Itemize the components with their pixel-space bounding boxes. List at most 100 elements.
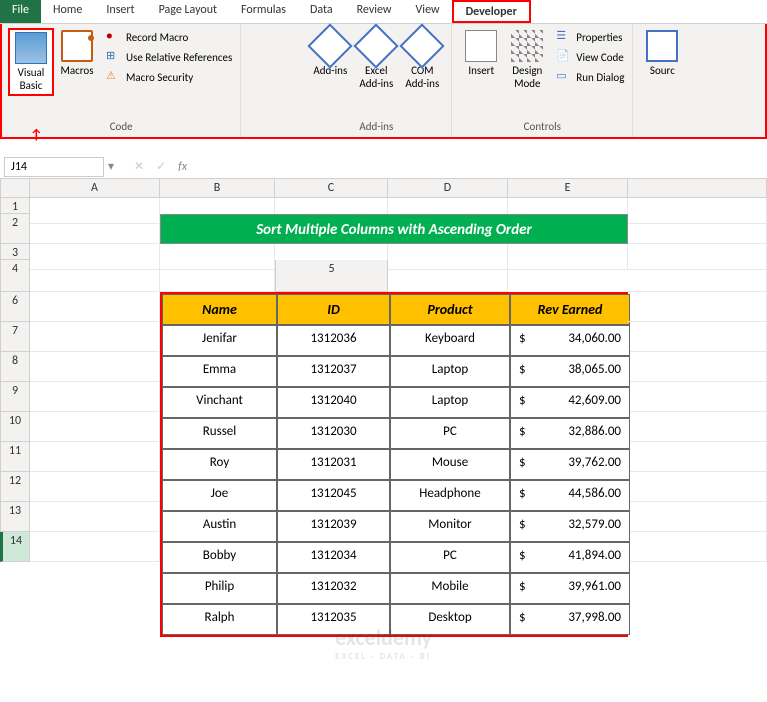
tab-insert[interactable]: Insert bbox=[94, 0, 146, 23]
cell[interactable] bbox=[388, 260, 508, 292]
table-cell-id[interactable]: 1312031 bbox=[277, 449, 390, 480]
table-cell-id[interactable]: 1312037 bbox=[277, 356, 390, 387]
insert-control-button[interactable]: Insert bbox=[458, 28, 504, 79]
table-cell-product[interactable]: PC bbox=[390, 542, 510, 573]
cell[interactable] bbox=[628, 382, 767, 412]
col-header-b[interactable]: B bbox=[160, 179, 275, 198]
tab-review[interactable]: Review bbox=[345, 0, 404, 23]
table-cell-product[interactable]: Keyboard bbox=[390, 325, 510, 356]
table-cell-id[interactable]: 1312040 bbox=[277, 387, 390, 418]
table-cell-rev[interactable]: 39,762.00 bbox=[510, 449, 630, 480]
design-mode-button[interactable]: Design Mode bbox=[504, 28, 550, 92]
enter-icon[interactable]: ✓ bbox=[156, 159, 166, 174]
cell[interactable] bbox=[30, 260, 160, 292]
cell[interactable] bbox=[628, 214, 767, 244]
cell[interactable] bbox=[628, 292, 767, 322]
row-header[interactable]: 11 bbox=[0, 442, 30, 472]
row-header[interactable]: 13 bbox=[0, 502, 30, 532]
cell[interactable] bbox=[30, 472, 160, 502]
cell[interactable] bbox=[30, 322, 160, 352]
table-cell-name[interactable]: Austin bbox=[162, 511, 277, 542]
col-header-e[interactable]: E bbox=[508, 179, 628, 198]
table-header-product[interactable]: Product bbox=[390, 294, 510, 325]
tab-page-layout[interactable]: Page Layout bbox=[147, 0, 229, 23]
table-cell-product[interactable]: Mobile bbox=[390, 573, 510, 604]
row-header[interactable]: 3 bbox=[0, 244, 30, 260]
table-cell-product[interactable]: Monitor bbox=[390, 511, 510, 542]
cell[interactable] bbox=[628, 502, 767, 532]
table-cell-rev[interactable]: 34,060.00 bbox=[510, 325, 630, 356]
tab-data[interactable]: Data bbox=[298, 0, 345, 23]
addins-button[interactable]: Add-ins bbox=[307, 28, 353, 79]
table-cell-name[interactable]: Vinchant bbox=[162, 387, 277, 418]
table-cell-id[interactable]: 1312032 bbox=[277, 573, 390, 604]
table-cell-product[interactable]: Laptop bbox=[390, 387, 510, 418]
table-header-rev[interactable]: Rev Earned bbox=[510, 294, 630, 325]
com-addins-button[interactable]: COM Add-ins bbox=[399, 28, 445, 92]
row-header[interactable]: 1 bbox=[0, 198, 30, 214]
record-macro-button[interactable]: Record Macro bbox=[104, 28, 234, 46]
cell[interactable] bbox=[30, 214, 160, 244]
table-cell-name[interactable]: Bobby bbox=[162, 542, 277, 573]
worksheet-grid[interactable]: 1 2 Sort Multiple Columns with Ascending… bbox=[0, 198, 767, 637]
table-cell-rev[interactable]: 44,586.00 bbox=[510, 480, 630, 511]
cell[interactable] bbox=[30, 502, 160, 532]
table-cell-id[interactable]: 1312036 bbox=[277, 325, 390, 356]
table-cell-product[interactable]: PC bbox=[390, 418, 510, 449]
row-header[interactable]: 7 bbox=[0, 322, 30, 352]
row-header[interactable]: 8 bbox=[0, 352, 30, 382]
table-cell-rev[interactable]: 37,998.00 bbox=[510, 604, 630, 635]
table-cell-name[interactable]: Roy bbox=[162, 449, 277, 480]
tab-developer[interactable]: Developer bbox=[452, 0, 531, 23]
macro-security-button[interactable]: Macro Security bbox=[104, 68, 234, 86]
col-header-a[interactable]: A bbox=[30, 179, 160, 198]
table-cell-rev[interactable]: 41,894.00 bbox=[510, 542, 630, 573]
row-header[interactable]: 2 bbox=[0, 214, 30, 244]
table-cell-product[interactable]: Laptop bbox=[390, 356, 510, 387]
table-cell-id[interactable]: 1312030 bbox=[277, 418, 390, 449]
row-header[interactable]: 6 bbox=[0, 292, 30, 322]
cell[interactable] bbox=[30, 352, 160, 382]
use-relative-button[interactable]: Use Relative References bbox=[104, 48, 234, 66]
table-cell-name[interactable]: Joe bbox=[162, 480, 277, 511]
cell[interactable] bbox=[508, 244, 628, 270]
table-cell-id[interactable]: 1312039 bbox=[277, 511, 390, 542]
fx-icon[interactable]: fx bbox=[178, 160, 187, 174]
tab-file[interactable]: File bbox=[0, 0, 41, 23]
visual-basic-button[interactable]: Visual Basic bbox=[8, 28, 54, 96]
table-cell-id[interactable]: 1312035 bbox=[277, 604, 390, 635]
row-header[interactable]: 9 bbox=[0, 382, 30, 412]
col-header-c[interactable]: C bbox=[275, 179, 388, 198]
row-header[interactable]: 4 bbox=[0, 260, 30, 292]
table-cell-product[interactable]: Desktop bbox=[390, 604, 510, 635]
table-cell-product[interactable]: Headphone bbox=[390, 480, 510, 511]
properties-button[interactable]: Properties bbox=[554, 28, 626, 46]
name-box[interactable]: J14 bbox=[4, 157, 104, 177]
view-code-button[interactable]: View Code bbox=[554, 48, 626, 66]
table-header-id[interactable]: ID bbox=[277, 294, 390, 325]
excel-addins-button[interactable]: Excel Add-ins bbox=[353, 28, 399, 92]
cell[interactable] bbox=[628, 442, 767, 472]
cell[interactable] bbox=[30, 382, 160, 412]
tab-formulas[interactable]: Formulas bbox=[229, 0, 298, 23]
table-cell-name[interactable]: Emma bbox=[162, 356, 277, 387]
run-dialog-button[interactable]: Run Dialog bbox=[554, 68, 626, 86]
cell[interactable] bbox=[30, 412, 160, 442]
tab-home[interactable]: Home bbox=[41, 0, 94, 23]
cell[interactable] bbox=[30, 292, 160, 322]
sheet-title[interactable]: Sort Multiple Columns with Ascending Ord… bbox=[160, 214, 628, 244]
row-header[interactable]: 10 bbox=[0, 412, 30, 442]
table-cell-name[interactable]: Ralph bbox=[162, 604, 277, 635]
cell[interactable] bbox=[628, 472, 767, 502]
cell[interactable] bbox=[30, 442, 160, 472]
table-cell-name[interactable]: Jenifar bbox=[162, 325, 277, 356]
col-header-d[interactable]: D bbox=[388, 179, 508, 198]
cell[interactable] bbox=[628, 352, 767, 382]
source-button[interactable]: Sourc bbox=[639, 28, 685, 79]
table-cell-rev[interactable]: 32,579.00 bbox=[510, 511, 630, 542]
table-cell-id[interactable]: 1312045 bbox=[277, 480, 390, 511]
tab-view[interactable]: View bbox=[404, 0, 452, 23]
cell[interactable] bbox=[628, 260, 767, 292]
macros-button[interactable]: Macros bbox=[54, 28, 100, 79]
table-cell-rev[interactable]: 42,609.00 bbox=[510, 387, 630, 418]
